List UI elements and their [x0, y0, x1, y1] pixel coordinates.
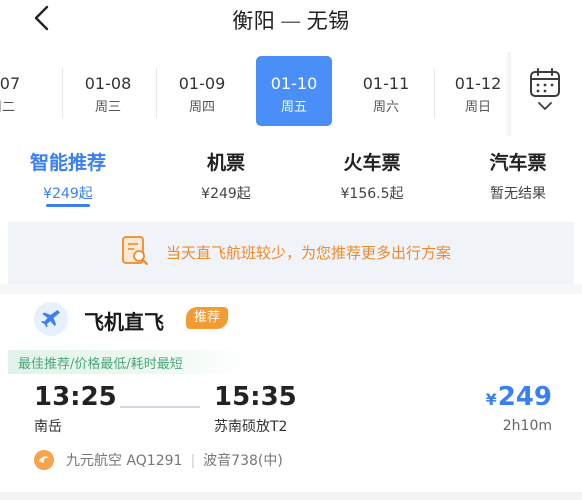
bottom-band [0, 492, 582, 500]
section-separator [0, 284, 582, 294]
transport-tabs: 智能推荐 ¥249起 机票 ¥249起 火车票 ¥156.5起 汽车票 暂无结果 [0, 140, 582, 218]
aircraft-type: 波音738(中) [203, 453, 283, 469]
date-label: 01-08 [84, 74, 132, 93]
airline-logo [34, 450, 54, 470]
header: 衡阳 — 无锡 [0, 0, 582, 44]
tab-title: 火车票 [343, 152, 401, 174]
date-label: 01-11 [362, 74, 410, 93]
tab-flights[interactable]: 机票 ¥249起 [160, 148, 292, 203]
date-item-0110-selected[interactable]: 01-10 周五 [256, 56, 332, 126]
notice-banner: 当天直飞航班较少，为您推荐更多出行方案 [8, 222, 574, 284]
calendar-icon[interactable] [524, 66, 566, 116]
airplane-icon [34, 302, 68, 336]
active-tab-indicator [46, 204, 90, 207]
tab-price: 暂无结果 [490, 186, 546, 202]
section-title: 飞机直飞 [84, 310, 164, 334]
destination-city: 无锡 [306, 9, 350, 33]
tab-price: ¥156.5起 [340, 186, 404, 202]
weekday-label: 周六 [372, 100, 399, 115]
tab-buses[interactable]: 汽车票 暂无结果 [452, 148, 582, 203]
recommend-badge: 推荐 [186, 307, 229, 329]
date-label: 01-09 [178, 74, 226, 93]
date-label: 1-07 [0, 74, 21, 93]
date-strip: 1-07 周二 01-08 周三 01-09 周四 01-10 周五 01-11… [0, 52, 582, 136]
flight-tags: 最佳推荐/价格最低/耗时最短 [18, 357, 183, 372]
arrival-time: 15:35 [214, 382, 297, 412]
date-divider [434, 68, 435, 118]
notice-text: 当天直飞航班较少，为您推荐更多出行方案 [166, 244, 452, 262]
route-dash: — [280, 9, 302, 33]
date-divider [156, 68, 157, 118]
departure-time: 13:25 [34, 382, 117, 412]
date-divider [62, 68, 63, 118]
weekday-label: 周三 [94, 100, 121, 115]
weekday-label: 周四 [188, 100, 215, 115]
direct-flight-section-header: 飞机直飞 推荐 [0, 294, 582, 350]
departure-airport: 南岳 [34, 419, 62, 435]
flight-route-line [120, 406, 200, 408]
route-title: 衡阳 — 无锡 [0, 5, 582, 35]
origin-city: 衡阳 [232, 9, 276, 33]
flight-duration: 2h10m [502, 418, 552, 434]
tab-title: 机票 [206, 152, 245, 174]
info-separator: | [190, 453, 196, 469]
flight-price: ¥249 [486, 382, 552, 412]
chevron-down-icon [538, 102, 552, 110]
document-search-icon [122, 236, 148, 265]
airline-info: 九元航空 AQ1291 | 波音738(中) [66, 450, 283, 470]
arrival-airport: 苏南硕放T2 [214, 419, 288, 435]
date-label: 01-10 [270, 74, 318, 93]
date-item-0109[interactable]: 01-09 周四 [164, 56, 240, 126]
date-item-0107[interactable]: 1-07 周二 [0, 56, 40, 126]
calendar-divider-shadow [505, 52, 511, 136]
tab-price: ¥249起 [43, 186, 93, 202]
tab-trains[interactable]: 火车票 ¥156.5起 [306, 148, 438, 203]
weekday-label: 周二 [0, 100, 15, 115]
currency-symbol: ¥ [485, 390, 497, 409]
weekday-label: 周五 [280, 100, 307, 115]
airline-flight-number: 九元航空 AQ1291 [66, 453, 183, 469]
date-item-0111[interactable]: 01-11 周六 [348, 56, 424, 126]
tab-price: ¥249起 [201, 186, 251, 202]
tab-title: 智能推荐 [29, 152, 106, 174]
flight-card[interactable]: 最佳推荐/价格最低/耗时最短 13:25 南岳 15:35 苏南硕放T2 ¥24… [8, 350, 574, 490]
tag-strip: 最佳推荐/价格最低/耗时最短 [8, 350, 248, 374]
date-item-0108[interactable]: 01-08 周三 [70, 56, 146, 126]
price-value: 249 [497, 382, 552, 412]
tab-smart-recommend[interactable]: 智能推荐 ¥249起 [2, 148, 134, 203]
tab-title: 汽车票 [489, 152, 547, 174]
